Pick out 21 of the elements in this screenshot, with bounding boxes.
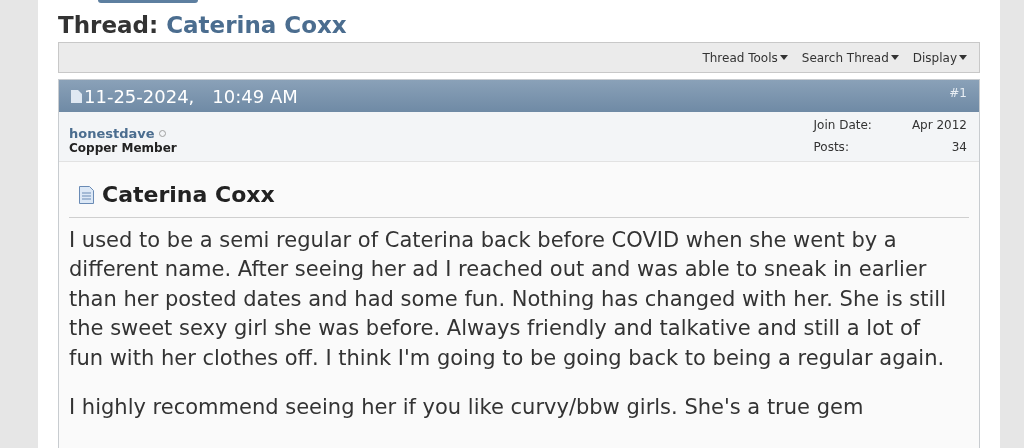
toolbar-menu-button[interactable]: Search Thread bbox=[801, 48, 899, 67]
caret-icon bbox=[890, 55, 899, 60]
user-rank: Copper Member bbox=[69, 141, 177, 155]
post-date: 11-25-2024, bbox=[84, 84, 195, 109]
thread-label: Thread: bbox=[58, 10, 159, 40]
username-link[interactable]: honestdave bbox=[69, 126, 155, 141]
stat-value: 34 bbox=[950, 139, 967, 156]
stat-value: Apr 2012 bbox=[911, 118, 967, 134]
thread-title: Caterina Coxx bbox=[166, 10, 347, 40]
document-icon bbox=[79, 185, 94, 204]
stat-label: Join Date: bbox=[813, 118, 872, 134]
toolbar-menu-button[interactable]: Thread Tools bbox=[702, 48, 788, 67]
post-time: 10:49 AM bbox=[212, 84, 298, 109]
caret-icon bbox=[779, 55, 788, 60]
post-paragraph: I used to be a semi regular of Caterina back before COVID when she went by a different name. After seeing her ad I reached out and was able to sneak in earlier than her posted dates and had some fun. Nothing has changed with her. She is still the sweet sexy girl she was before. Always friendly and talkative and still a lot of fun with her clothes off. I think I'm going to be going back to being a regular again. bbox=[69, 227, 947, 372]
post-paragraph: I highly recommend seeing her if you like curvy/bbw girls. She's a true gem bbox=[69, 394, 865, 422]
stat-label: Posts: bbox=[813, 139, 850, 156]
caret-icon bbox=[959, 55, 967, 60]
post-title: Caterina Coxx bbox=[102, 181, 275, 209]
toolbar-menu-button[interactable]: Display bbox=[912, 48, 967, 67]
document-icon bbox=[71, 89, 82, 103]
